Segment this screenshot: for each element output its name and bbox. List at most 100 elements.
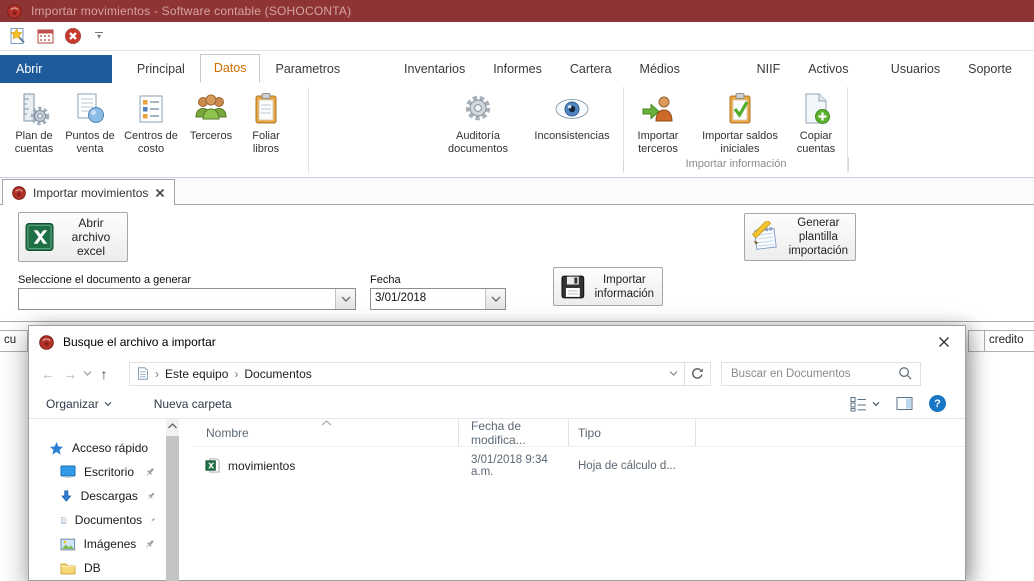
close-icon[interactable] <box>933 331 955 353</box>
preview-pane-button[interactable] <box>896 396 913 411</box>
search-input[interactable] <box>729 367 898 381</box>
cancel-icon[interactable] <box>64 27 82 45</box>
sidebar-item-acceso-rapido[interactable]: Acceso rápido <box>29 436 166 460</box>
pictures-icon <box>60 538 76 551</box>
pin-icon[interactable] <box>150 514 156 526</box>
select-document-combobox[interactable] <box>18 288 356 310</box>
eye-icon <box>524 88 620 130</box>
doc-tab-importar-movimientos[interactable]: Importar movimientos <box>2 179 175 205</box>
select-document-label: Seleccione el documento a generar <box>18 274 191 286</box>
file-row-movimientos[interactable]: movimientos 3/01/2018 9:34 a.m. Hoja de … <box>193 453 965 478</box>
importar-informacion-label: Importar información <box>593 273 656 301</box>
app-logo-icon <box>39 335 54 350</box>
customize-toolbar-dropdown-icon[interactable]: ▾ <box>92 32 106 40</box>
up-icon[interactable]: ↑ <box>93 362 115 386</box>
preview-pane-icon <box>896 396 913 411</box>
importar-terceros-button[interactable]: Importar terceros <box>628 88 688 168</box>
tab-parametros-contables[interactable]: Parametros contables <box>262 56 389 83</box>
select-document-value <box>19 289 335 309</box>
back-icon[interactable]: ← <box>37 362 59 386</box>
tab-datos[interactable]: Datos <box>200 54 261 83</box>
fecha-value: 3/01/2018 <box>371 289 485 309</box>
sidebar-item-db[interactable]: DB <box>29 556 166 580</box>
tab-principal[interactable]: Principal <box>124 56 198 83</box>
quick-access-toolbar: ▾ <box>0 22 1034 51</box>
scrollbar-thumb[interactable] <box>166 436 179 581</box>
tab-activos-fijos[interactable]: Activos fijos <box>795 56 876 83</box>
title-bar: Importar movimientos - Software contable… <box>0 0 1034 22</box>
column-header-tipo[interactable]: Tipo <box>569 419 696 446</box>
column-header-extra[interactable] <box>696 419 965 446</box>
copiar-cuentas-button[interactable]: Copiar cuentas <box>786 88 846 168</box>
sidebar-scrollbar[interactable] <box>166 419 179 581</box>
app-window: Importar movimientos - Software contable… <box>0 0 1034 581</box>
breadcrumb-este-equipo[interactable]: Este equipo <box>165 367 228 381</box>
grid-header-empty[interactable] <box>968 330 985 352</box>
column-header-nombre[interactable]: Nombre <box>193 419 459 446</box>
pin-icon[interactable] <box>144 538 156 550</box>
abrir-archivo-excel-label: Abrir archivo excel <box>61 216 121 258</box>
tab-soporte-tecnico[interactable]: Soporte téc <box>955 56 1034 83</box>
centros-de-costo-button[interactable]: Centros de costo <box>122 88 180 168</box>
sidebar-item-imagenes[interactable]: Imágenes <box>29 532 166 556</box>
fecha-combobox[interactable]: 3/01/2018 <box>370 288 506 310</box>
new-folder-button[interactable]: Nueva carpeta <box>154 397 232 411</box>
terceros-button[interactable]: Terceros <box>184 88 238 168</box>
breadcrumb-separator: › <box>155 367 159 381</box>
sidebar-item-descargas[interactable]: Descargas <box>29 484 166 508</box>
dialog-navigation-bar: ← → ↑ › Este equipo › Documentos <box>29 358 965 389</box>
document-icon <box>136 366 149 381</box>
grid-header-credito[interactable]: credito <box>984 330 1034 352</box>
importar-informacion-button[interactable]: Importar información <box>553 267 663 306</box>
generar-plantilla-button[interactable]: Generar plantilla importación <box>744 213 856 261</box>
dialog-body: Acceso rápido Escritorio D <box>29 419 965 581</box>
tab-niif[interactable]: NIIF <box>744 56 794 83</box>
file-button[interactable]: Abrir contabilidad <box>0 55 112 83</box>
address-bar[interactable]: › Este equipo › Documentos <box>129 362 685 386</box>
import-person-icon <box>628 88 688 130</box>
document-tab-strip: Importar movimientos <box>0 178 1034 205</box>
tab-cartera[interactable]: Cartera <box>557 56 625 83</box>
plan-de-cuentas-button[interactable]: Plan de cuentas <box>8 88 60 168</box>
sidebar-item-escritorio[interactable]: Escritorio <box>29 460 166 484</box>
tab-inventarios[interactable]: Inventarios <box>391 56 478 83</box>
pin-icon[interactable] <box>144 466 156 478</box>
puntos-de-venta-button[interactable]: Puntos de venta <box>62 88 118 168</box>
tab-medios-magneticos[interactable]: Médios magnéticos <box>627 56 742 83</box>
dialog-title: Busque el archivo a importar <box>63 335 216 349</box>
ribbon-group-label: Importar información <box>623 157 849 172</box>
help-button[interactable]: ? <box>929 395 946 412</box>
column-header-fecha[interactable]: Fecha de modifica... <box>459 419 569 446</box>
copy-document-plus-icon <box>786 88 846 130</box>
open-file-dialog: Busque el archivo a importar ← → ↑ › <box>28 325 966 581</box>
address-dropdown-chevron-icon[interactable] <box>669 370 678 377</box>
calendar-icon[interactable] <box>36 27 54 45</box>
foliar-libros-button[interactable]: Foliar libros <box>240 88 292 168</box>
breadcrumb-documentos[interactable]: Documentos <box>244 367 311 381</box>
clipboard-check-icon <box>693 88 787 130</box>
download-arrow-icon <box>60 489 73 503</box>
inconsistencias-button[interactable]: Inconsistencias <box>524 88 620 168</box>
tab-informes[interactable]: Informes <box>480 56 555 83</box>
abrir-archivo-excel-button[interactable]: Abrir archivo excel <box>18 212 128 262</box>
fecha-label: Fecha <box>370 274 401 286</box>
close-icon[interactable] <box>155 188 165 198</box>
recent-locations-chevron-icon[interactable] <box>81 362 93 386</box>
chevron-down-icon[interactable] <box>485 289 505 309</box>
search-box[interactable] <box>721 362 921 386</box>
chevron-down-icon[interactable] <box>335 289 355 309</box>
tab-usuarios[interactable]: Usuarios <box>878 56 953 83</box>
forward-icon[interactable]: → <box>59 362 81 386</box>
scroll-up-icon[interactable] <box>167 422 178 430</box>
view-mode-button[interactable] <box>850 396 880 412</box>
organize-menu[interactable]: Organizar <box>46 397 112 411</box>
sidebar-item-documentos[interactable]: Documentos <box>29 508 166 532</box>
pin-icon[interactable] <box>146 490 156 502</box>
doc-tab-label: Importar movimientos <box>33 186 148 200</box>
grid-header-cuenta[interactable]: cu <box>0 330 28 352</box>
document-icon <box>60 513 67 528</box>
importar-saldos-iniciales-button[interactable]: Importar saldos iniciales <box>693 88 787 168</box>
auditoria-documentos-button[interactable]: Auditoría documentos <box>432 88 524 168</box>
refresh-icon[interactable] <box>685 362 711 386</box>
wizard-icon[interactable] <box>8 27 26 45</box>
